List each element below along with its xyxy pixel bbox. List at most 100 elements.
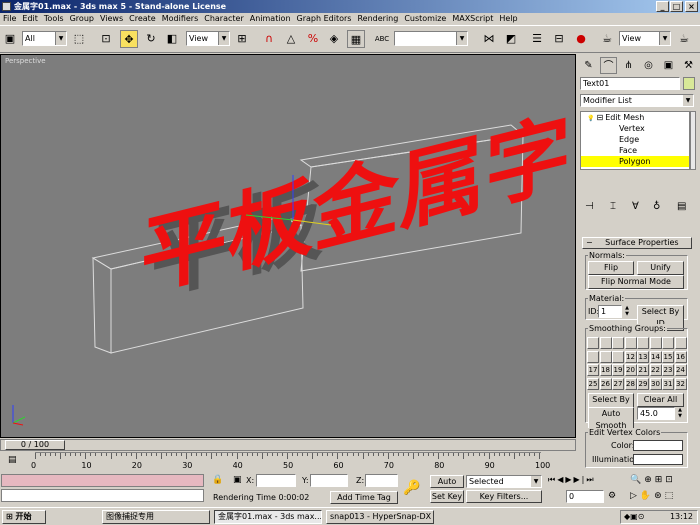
- menu-modifiers[interactable]: Modifiers: [162, 14, 199, 23]
- lock-selection-icon[interactable]: 🔒: [212, 475, 223, 485]
- track-bar-icon[interactable]: ▤: [8, 455, 17, 465]
- smoothing-group-button[interactable]: [662, 337, 674, 349]
- abc-icon[interactable]: ABC: [373, 30, 391, 48]
- time-slider-track[interactable]: 0 / 100: [0, 439, 576, 451]
- smoothing-group-button[interactable]: 25: [587, 377, 599, 390]
- unify-button[interactable]: Unify: [637, 261, 684, 275]
- pin-stack-icon[interactable]: ⊣: [585, 201, 594, 212]
- motion-tab-icon[interactable]: ◎: [640, 57, 657, 74]
- menu-tools[interactable]: Tools: [44, 14, 64, 23]
- key-filters-button[interactable]: Key Filters...: [466, 490, 542, 503]
- smoothing-group-button[interactable]: 29: [637, 377, 649, 390]
- color-swatch[interactable]: [633, 440, 683, 451]
- smoothing-group-button[interactable]: 17: [587, 364, 599, 376]
- smoothing-group-button[interactable]: [624, 337, 637, 349]
- display-tab-icon[interactable]: ▣: [660, 57, 677, 74]
- reference-coordinate-dropdown[interactable]: View ▼: [186, 31, 230, 46]
- remove-modifier-icon[interactable]: ♁: [653, 201, 660, 212]
- modifier-list-dropdown[interactable]: Modifier List ▼: [580, 94, 694, 107]
- smoothing-group-button[interactable]: [612, 337, 624, 349]
- hierarchy-tab-icon[interactable]: ⋔: [620, 57, 637, 74]
- stack-item-vertex[interactable]: Vertex: [581, 123, 689, 134]
- menu-maxscript[interactable]: MAXScript: [452, 14, 493, 23]
- smoothing-group-button[interactable]: 14: [649, 350, 662, 363]
- schematic-view-icon[interactable]: ⊟: [550, 30, 568, 48]
- menu-views[interactable]: Views: [100, 14, 123, 23]
- smoothing-group-button[interactable]: 31: [662, 377, 674, 390]
- configure-sets-icon[interactable]: ▤: [677, 201, 686, 212]
- smoothing-group-button[interactable]: 16: [674, 350, 687, 363]
- menu-graph-editors[interactable]: Graph Editors: [297, 14, 352, 23]
- task-image-capture[interactable]: 图像捕捉专用: [102, 510, 210, 524]
- smoothing-group-button[interactable]: 21: [637, 364, 649, 376]
- set-key-button[interactable]: Set Key: [430, 490, 464, 503]
- viewport-nav-icons[interactable]: 🔍⊕⊞⊡: [630, 475, 676, 485]
- smoothing-group-button[interactable]: 32: [674, 377, 687, 390]
- render-scene-icon[interactable]: ☕: [598, 30, 616, 48]
- smoothing-group-button[interactable]: [587, 337, 599, 349]
- y-coordinate-field[interactable]: [310, 474, 348, 487]
- render-type-dropdown[interactable]: View ▼: [619, 31, 671, 46]
- menu-help[interactable]: Help: [499, 14, 517, 23]
- auto-key-button[interactable]: Auto Key: [430, 475, 464, 498]
- smoothing-group-button[interactable]: 27: [612, 377, 624, 390]
- make-unique-icon[interactable]: ∀: [632, 201, 639, 212]
- bulb-icon[interactable]: 💡: [587, 115, 594, 122]
- minimize-button[interactable]: _: [656, 1, 669, 12]
- smoothing-group-button[interactable]: 23: [662, 364, 674, 376]
- smoothing-group-button[interactable]: [649, 337, 662, 349]
- edit-named-selection-icon[interactable]: ▦: [347, 30, 365, 48]
- surface-properties-rollout[interactable]: − Surface Properties: [582, 237, 692, 249]
- timeline-ruler[interactable]: 0 10 20 30 40 50 60 70 80 90 100: [31, 452, 550, 472]
- smoothing-group-button[interactable]: 24: [674, 364, 687, 376]
- spinner-snap-icon[interactable]: ◈: [325, 30, 343, 48]
- absolute-mode-icon[interactable]: ▣: [233, 475, 242, 485]
- smoothing-group-button[interactable]: [674, 337, 687, 349]
- align-icon[interactable]: ◩: [502, 30, 520, 48]
- viewport-orbit-icons[interactable]: ▷✋⊛⬚: [630, 491, 676, 501]
- named-selection-dropdown[interactable]: ▼: [394, 31, 468, 46]
- maximize-button[interactable]: □: [670, 1, 683, 12]
- selection-filter-dropdown[interactable]: All ▼: [22, 31, 67, 46]
- smoothing-group-button[interactable]: [612, 350, 624, 363]
- maxscript-listener[interactable]: [1, 474, 204, 487]
- quick-render-icon[interactable]: ☕: [675, 30, 693, 48]
- smoothing-group-button[interactable]: 19: [612, 364, 624, 376]
- tray-icons[interactable]: ◆▣⊙: [624, 512, 644, 521]
- smoothing-group-button[interactable]: 22: [649, 364, 662, 376]
- menu-create[interactable]: Create: [129, 14, 156, 23]
- modify-tab-icon[interactable]: ⌒: [600, 57, 617, 74]
- material-id-spinner[interactable]: ▲ ▼: [623, 305, 631, 318]
- percent-snap-icon[interactable]: %: [304, 30, 322, 48]
- task-hypersnap[interactable]: snap013 - HyperSnap-DX: [326, 510, 434, 524]
- playback-controls-icon[interactable]: ⏮◀▶▶|⏭: [548, 475, 596, 485]
- track-view-icon[interactable]: ☰: [528, 30, 546, 48]
- flip-button[interactable]: Flip: [588, 261, 634, 275]
- auto-smooth-spinner[interactable]: ▲ ▼: [676, 407, 684, 420]
- snap-icon[interactable]: ∩: [260, 30, 278, 48]
- move-icon[interactable]: ✥: [120, 30, 138, 48]
- mirror-icon[interactable]: ⋈: [480, 30, 498, 48]
- clear-all-button[interactable]: Clear All: [637, 393, 684, 407]
- time-config-icon[interactable]: ⚙: [608, 491, 616, 501]
- pivot-icon[interactable]: ⊞: [233, 30, 251, 48]
- menu-customize[interactable]: Customize: [404, 14, 446, 23]
- smoothing-group-button[interactable]: 18: [599, 364, 612, 376]
- scale-icon[interactable]: ◧: [163, 30, 181, 48]
- flip-normal-mode-button[interactable]: Flip Normal Mode: [588, 275, 684, 289]
- set-key-icon[interactable]: 🔑: [403, 480, 420, 496]
- menu-character[interactable]: Character: [204, 14, 244, 23]
- smoothing-group-button[interactable]: 15: [662, 350, 674, 363]
- smoothing-group-button[interactable]: [599, 337, 612, 349]
- object-color-swatch[interactable]: [683, 77, 695, 90]
- material-editor-icon[interactable]: ●: [572, 30, 590, 48]
- menu-animation[interactable]: Animation: [250, 14, 291, 23]
- smoothing-group-button[interactable]: 26: [599, 377, 612, 390]
- stack-item-element[interactable]: Element: [581, 167, 689, 169]
- auto-smooth-threshold-field[interactable]: 45.0: [637, 407, 675, 420]
- current-frame-field[interactable]: 0: [566, 490, 604, 503]
- menu-rendering[interactable]: Rendering: [357, 14, 398, 23]
- smoothing-group-button[interactable]: [587, 350, 599, 363]
- prompt-line[interactable]: [1, 489, 204, 502]
- menu-file[interactable]: File: [3, 14, 16, 23]
